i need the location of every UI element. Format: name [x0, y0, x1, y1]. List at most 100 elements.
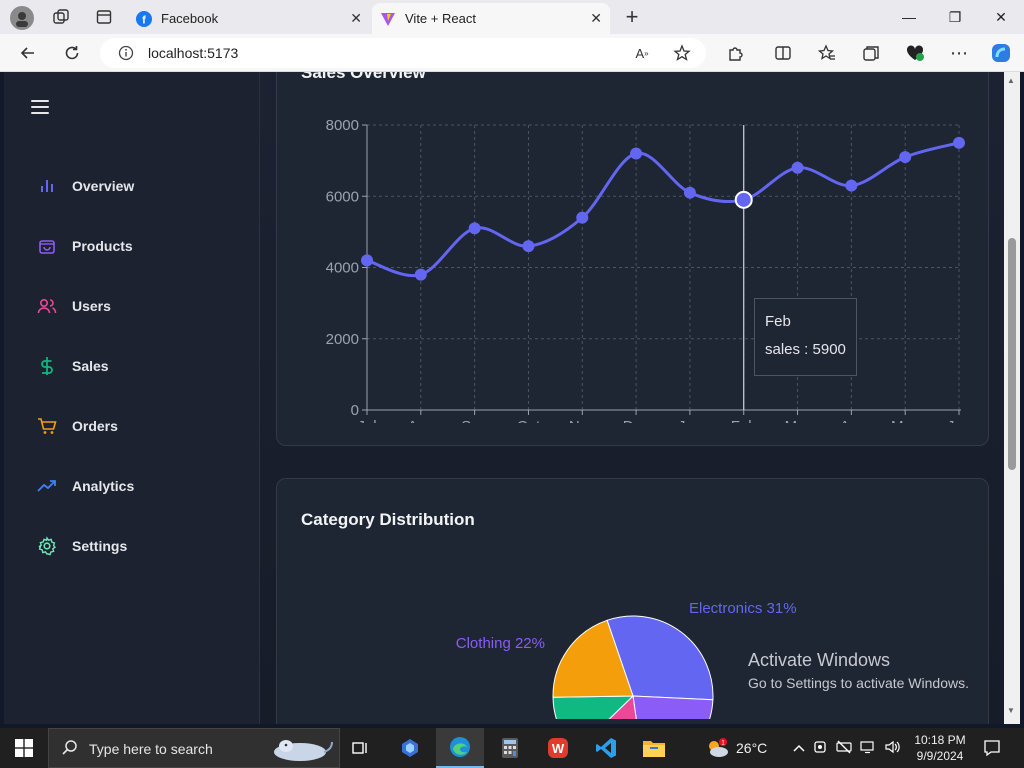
back-icon[interactable]: [17, 42, 39, 64]
browser-essentials-icon[interactable]: [904, 42, 926, 64]
sidebar-item-users[interactable]: Users: [4, 286, 259, 326]
taskbar-search[interactable]: Type here to search: [48, 728, 340, 768]
windows-activation-watermark: Activate Windows Go to Settings to activ…: [748, 650, 969, 691]
refresh-icon[interactable]: [61, 42, 83, 64]
read-aloud-icon[interactable]: A»: [632, 44, 652, 62]
vscode-icon[interactable]: [582, 728, 630, 768]
workspaces-icon[interactable]: [50, 7, 72, 27]
url-text: localhost:5173: [148, 45, 239, 61]
sidebar-item-settings[interactable]: Settings: [4, 526, 259, 566]
copilot-icon[interactable]: [990, 42, 1012, 64]
task-view-icon[interactable]: [336, 728, 384, 768]
calculator-icon[interactable]: [486, 728, 534, 768]
x-tick-label: Sep: [461, 418, 488, 423]
tab-vite-react[interactable]: Vite + React ✕: [372, 3, 610, 34]
pie-label: Clothing 22%: [456, 635, 545, 652]
restore-button[interactable]: ❐: [932, 0, 978, 34]
bar-chart-icon: [37, 176, 57, 196]
data-point: [414, 268, 427, 281]
data-point: [683, 186, 696, 199]
sidebar-item-label: Sales: [72, 358, 109, 374]
x-tick-label: Aug: [407, 418, 434, 423]
sales-line-chart[interactable]: 0 2000 4000 6000 8000 Jul Aug Sep Oct Nov Dec Jan Fe…: [277, 72, 988, 423]
browser-tab-bar: f Facebook ✕ Vite + React ✕ + — ❐ ✕: [0, 0, 1024, 34]
tab-title: Vite + React: [405, 11, 476, 26]
search-highlight-illustration: [265, 731, 335, 767]
close-icon[interactable]: ✕: [590, 10, 602, 27]
dollar-icon: [37, 356, 57, 376]
system-tray: [790, 728, 904, 768]
favorites-icon[interactable]: [816, 42, 838, 64]
close-window-button[interactable]: ✕: [978, 0, 1024, 34]
sidebar-item-label: Settings: [72, 538, 128, 554]
address-bar[interactable]: localhost:5173 A»: [100, 38, 706, 68]
data-point: [845, 179, 858, 192]
weather-icon: 1: [709, 738, 728, 757]
shopping-bag-icon: [37, 236, 57, 256]
split-screen-icon[interactable]: [772, 42, 794, 64]
menu-icon[interactable]: [31, 100, 51, 116]
search-icon: [61, 739, 79, 757]
chevron-up-icon[interactable]: [790, 741, 808, 756]
sidebar-item-label: Products: [72, 238, 133, 254]
new-tab-button[interactable]: +: [620, 4, 644, 30]
display-icon[interactable]: [856, 740, 880, 757]
scroll-down-arrow[interactable]: ▼: [1007, 706, 1015, 715]
users-icon: [37, 296, 57, 316]
data-point: [791, 161, 804, 174]
facebook-icon: f: [136, 10, 152, 27]
watermark-subtitle: Go to Settings to activate Windows.: [748, 675, 969, 691]
trending-up-icon: [37, 476, 57, 496]
data-point: [630, 147, 643, 160]
data-point: [953, 136, 965, 149]
x-tick-label: Oct: [517, 418, 541, 423]
tab-actions-icon[interactable]: [93, 7, 115, 27]
y-tick-label: 8000: [326, 117, 359, 134]
sidebar-item-sales[interactable]: Sales: [4, 346, 259, 386]
meet-now-icon[interactable]: [808, 740, 832, 757]
copilot-taskbar-icon[interactable]: [386, 728, 434, 768]
profile-avatar[interactable]: [10, 6, 34, 30]
y-tick-label: 0: [351, 402, 359, 419]
x-tick-label: Mar: [785, 418, 811, 423]
wps-office-icon[interactable]: W: [534, 728, 582, 768]
sales-line: [366, 141, 960, 278]
page-scrollbar[interactable]: ▲ ▼: [1004, 72, 1020, 724]
sidebar-item-orders[interactable]: Orders: [4, 406, 259, 446]
weather-temp: 26°C: [736, 740, 768, 756]
minimize-button[interactable]: —: [886, 0, 932, 34]
sidebar-item-products[interactable]: Products: [4, 226, 259, 266]
start-button[interactable]: [0, 728, 48, 768]
file-explorer-icon[interactable]: [630, 728, 678, 768]
scroll-thumb[interactable]: [1008, 238, 1016, 470]
active-data-point: [734, 190, 753, 209]
chart-tooltip: Feb sales : 5900: [754, 298, 857, 376]
y-tick-label: 2000: [326, 331, 359, 348]
sidebar-item-analytics[interactable]: Analytics: [4, 466, 259, 506]
weather-widget[interactable]: 1 26°C: [704, 728, 767, 768]
sidebar-item-label: Analytics: [72, 478, 135, 494]
page-viewport: Overview Products Users Sales Orders Ana…: [0, 72, 1024, 724]
info-icon[interactable]: [118, 45, 134, 61]
tab-facebook[interactable]: f Facebook ✕: [128, 3, 370, 34]
more-options-icon[interactable]: ⋯: [948, 42, 970, 64]
collections-icon[interactable]: [860, 42, 882, 64]
x-tick-label: Feb: [731, 418, 757, 423]
x-tick-label: Apr: [840, 418, 863, 423]
data-point: [899, 151, 912, 164]
data-point: [522, 240, 535, 253]
windows-taskbar: Type here to search W 1 26°C 10:18 PM 9/…: [0, 728, 1024, 768]
notifications-icon[interactable]: [968, 728, 1016, 768]
sidebar-item-overview[interactable]: Overview: [4, 166, 259, 206]
tab-title: Facebook: [161, 11, 219, 26]
scroll-up-arrow[interactable]: ▲: [1007, 76, 1015, 85]
y-tick-label: 6000: [326, 188, 359, 205]
pie-slice: [632, 695, 714, 719]
edge-taskbar-icon[interactable]: [436, 728, 484, 768]
close-icon[interactable]: ✕: [350, 10, 362, 27]
x-tick-label: Jan: [678, 418, 702, 423]
favorite-star-icon[interactable]: [672, 43, 692, 63]
extensions-icon[interactable]: [724, 42, 746, 64]
network-disconnected-icon[interactable]: [832, 740, 856, 757]
sidebar-item-label: Overview: [72, 178, 135, 194]
